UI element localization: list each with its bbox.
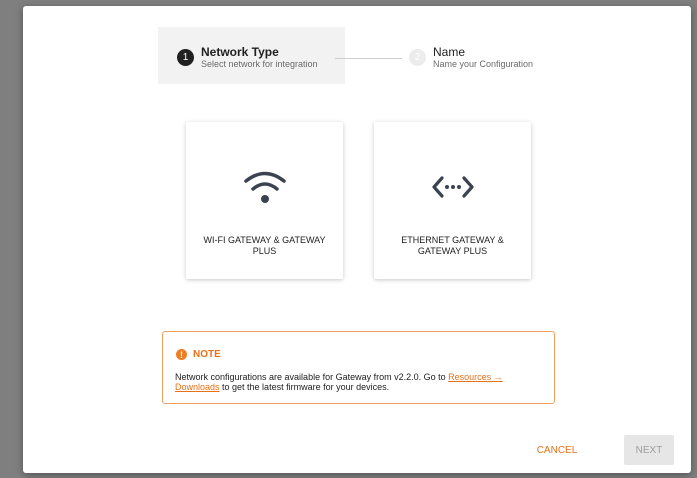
firmware-note: ! NOTE Network configurations are availa… (162, 331, 555, 404)
cancel-button[interactable]: CANCEL (525, 438, 589, 462)
step-network-type[interactable]: 1 Network Type Select network for integr… (177, 46, 318, 70)
wifi-icon (186, 167, 343, 207)
note-title: NOTE (193, 349, 221, 360)
network-config-dialog: 1 Network Type Select network for integr… (23, 6, 691, 473)
step-subtitle: Name your Configuration (433, 59, 534, 69)
step-subtitle: Select network for integration (201, 59, 318, 69)
downloads-link[interactable]: Downloads (175, 382, 220, 392)
step-title: Network Type (201, 45, 279, 59)
info-icon: ! (176, 349, 187, 360)
card-label: WI-FI GATEWAY & GATEWAY PLUS (203, 235, 326, 256)
note-text: Network configurations are available for… (175, 372, 535, 392)
step-connector (335, 58, 402, 59)
wifi-gateway-card[interactable]: WI-FI GATEWAY & GATEWAY PLUS (186, 122, 343, 279)
note-text-before: Network configurations are available for… (175, 372, 449, 382)
note-header: ! NOTE (176, 349, 221, 360)
step-number-badge: 2 (409, 49, 426, 66)
step-title: Name (433, 45, 466, 59)
next-button[interactable]: NEXT (624, 435, 674, 465)
card-label: ETHERNET GATEWAY & GATEWAY PLUS (401, 235, 504, 256)
ethernet-gateway-card[interactable]: ETHERNET GATEWAY & GATEWAY PLUS (374, 122, 531, 279)
ethernet-icon (374, 167, 531, 207)
resources-link[interactable]: Resources → (448, 372, 503, 382)
step-number-badge: 1 (177, 49, 194, 66)
step-name[interactable]: 2 Name Name your Configuration (409, 46, 533, 70)
note-text-after: to get the latest firmware for your devi… (219, 382, 390, 392)
